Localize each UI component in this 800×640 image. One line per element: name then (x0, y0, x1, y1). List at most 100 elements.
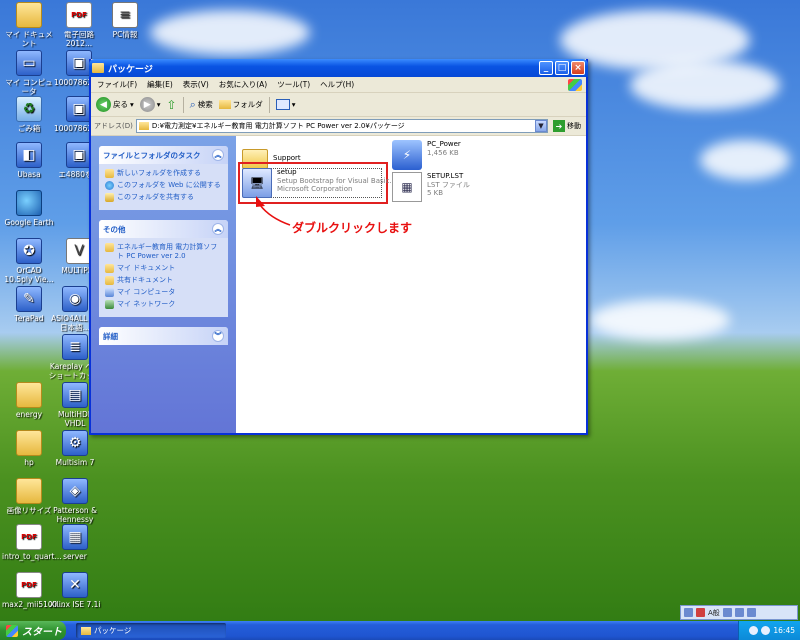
xilinx-icon: ✕ (62, 572, 88, 598)
desktop-icon-orcad[interactable]: ✪ OrCAD 10.5ply Vie... (2, 238, 56, 284)
collapse-icon[interactable]: ︽ (212, 149, 224, 161)
desktop-icon-label: マイ ドキュメント (5, 30, 53, 48)
ime-language-bar[interactable]: A般 (680, 605, 798, 620)
ime-tool-icon[interactable] (722, 608, 732, 617)
ime-mode-icon[interactable] (696, 608, 705, 617)
menu-favorites[interactable]: お気に入り(A) (219, 79, 267, 90)
desktop-icon-recycle-bin[interactable]: ♻ ごみ箱 (2, 96, 56, 133)
place-my-network[interactable]: マイ ネットワーク (105, 300, 222, 309)
file-item-pc-power[interactable]: ⚡ PC_Power 1,456 KB (392, 140, 461, 170)
app-icon: ⚙ (62, 430, 88, 456)
back-button[interactable]: ◀ 戻る ▾ (96, 97, 134, 112)
tray-icon[interactable] (749, 626, 759, 635)
title-bar[interactable]: パッケージ _ □ × (89, 59, 588, 77)
folders-label: フォルダ (232, 100, 263, 109)
desktop-icon-patterson[interactable]: ◈ Patterson & Hennessy (48, 478, 102, 524)
expand-icon[interactable]: ︾ (212, 330, 224, 342)
desktop-icon-label: Xilinx ISE 7.1i (49, 600, 101, 609)
folder-icon (16, 382, 42, 408)
place-parent-folder[interactable]: エネルギー教育用 電力計算ソフト PC Power ver 2.0 (105, 243, 222, 261)
folder-icon (16, 430, 42, 456)
place-my-computer[interactable]: マイ コンピュータ (105, 288, 222, 297)
forward-button[interactable]: ▶ ▾ (139, 97, 161, 112)
task-share-folder[interactable]: このフォルダを共有する (105, 193, 222, 202)
desktop-icon-google-earth[interactable]: Google Earth (2, 190, 56, 227)
desktop-icon-label: Google Earth (4, 218, 54, 227)
address-input[interactable]: D:¥電力測定¥エネルギー教育用 電力計算ソフト PC Power ver 2.… (135, 119, 548, 133)
panel-header[interactable]: 詳細 ︾ (99, 327, 228, 345)
place-my-documents[interactable]: マイ ドキュメント (105, 264, 222, 273)
taskbar-item-package[interactable]: パッケージ (76, 623, 226, 638)
chevron-down-icon[interactable]: ▾ (130, 100, 134, 109)
app-icon: ◉ (62, 286, 88, 312)
tray-icon[interactable] (761, 626, 771, 635)
desktop-icon-xilinx[interactable]: ✕ Xilinx ISE 7.1i (48, 572, 102, 609)
back-arrow-icon: ◀ (96, 97, 111, 112)
ime-mode-label[interactable]: A般 (708, 608, 720, 618)
desktop-icon-server[interactable]: ▦ server (48, 524, 102, 561)
go-button[interactable]: ➔ 移動 (551, 120, 583, 132)
ime-help-icon[interactable] (734, 608, 744, 617)
folder-icon (105, 243, 114, 252)
folders-button[interactable]: フォルダ (218, 99, 263, 110)
views-button[interactable]: ▾ (275, 99, 296, 110)
folder-icon (105, 264, 114, 273)
menu-edit[interactable]: 編集(E) (147, 79, 173, 90)
file-description: Setup Bootstrap for Visual Basic... (277, 176, 397, 185)
file-item-setup-lst[interactable]: ▦ SETUP.LST LST ファイル 5 KB (392, 172, 470, 202)
maximize-button[interactable]: □ (555, 61, 569, 75)
desktop-icon-multisim[interactable]: ⚙ Multisim 7 (48, 430, 102, 467)
desktop-icon-pc-info[interactable]: ≡ PC情報 (98, 2, 152, 39)
panel-header[interactable]: ファイルとフォルダのタスク ︽ (99, 146, 228, 164)
desktop-icon-ubasa[interactable]: ◧ Ubasa (2, 142, 56, 179)
place-shared-documents[interactable]: 共有ドキュメント (105, 276, 222, 285)
menu-file[interactable]: ファイル(F) (97, 79, 137, 90)
minimize-button[interactable]: _ (539, 61, 553, 75)
up-folder-icon[interactable]: ⇧ (167, 98, 177, 112)
menu-tools[interactable]: ツール(T) (277, 79, 310, 90)
chevron-down-icon[interactable]: ▾ (157, 100, 161, 109)
desktop-icon-label: Ubasa (17, 170, 41, 179)
collapse-icon[interactable]: ︽ (212, 223, 224, 235)
globe-icon (16, 190, 42, 216)
menu-view[interactable]: 表示(V) (183, 79, 209, 90)
folder-icon (16, 2, 42, 28)
desktop-icon-label: TeraPad (14, 314, 44, 323)
go-arrow-icon: ➔ (553, 120, 565, 132)
desktop-icon-label: Multisim 7 (55, 458, 95, 467)
go-label: 移動 (567, 122, 581, 130)
file-company: Microsoft Corporation (277, 185, 353, 193)
taskbar: スタート パッケージ 16:45 (0, 621, 800, 640)
task-new-folder[interactable]: 新しいフォルダを作成する (105, 169, 222, 178)
desktop-icon-label: hp (24, 458, 34, 467)
desktop-icon-my-computer[interactable]: ▭ マイ コンピュータ (2, 50, 56, 96)
window-controls: _ □ × (539, 61, 585, 75)
ime-settings-icon[interactable] (746, 608, 756, 617)
menu-help[interactable]: ヘルプ(H) (320, 79, 354, 90)
setup-icon: 🖥 (242, 168, 272, 198)
search-label: 検索 (197, 100, 213, 109)
windows-logo-icon (568, 79, 582, 91)
folder-icon (92, 63, 104, 73)
explorer-window: パッケージ _ □ × ファイル(F) 編集(E) 表示(V) お気に入り(A)… (89, 59, 588, 435)
task-publish-web[interactable]: このフォルダを Web に公開する (105, 181, 222, 190)
clock[interactable]: 16:45 (773, 626, 795, 635)
close-button[interactable]: × (571, 61, 585, 75)
file-item-setup[interactable]: 🖥 setup Setup Bootstrap for Visual Basic.… (242, 168, 396, 198)
app-icon: ≣ (62, 334, 88, 360)
desktop-icon-label: 電子回路2012... (64, 30, 94, 48)
folder-icon (218, 100, 231, 109)
window-content: ファイルとフォルダのタスク ︽ 新しいフォルダを作成する このフォルダを Web… (91, 136, 586, 433)
computer-icon: ▭ (16, 50, 42, 76)
panel-header[interactable]: その他 ︽ (99, 220, 228, 238)
file-name: SETUP.LST (427, 172, 464, 180)
search-button[interactable]: ⌕ 検索 (190, 98, 213, 112)
start-button[interactable]: スタート (0, 621, 66, 640)
details-panel: 詳細 ︾ (99, 327, 228, 345)
pdf-icon: PDF (66, 2, 92, 28)
ime-icon[interactable] (684, 608, 693, 617)
desktop-icon-my-documents[interactable]: マイ ドキュメント (2, 2, 56, 48)
window-title: パッケージ (108, 64, 153, 75)
chevron-down-icon[interactable]: ▼ (535, 120, 547, 132)
chevron-down-icon: ▾ (291, 100, 296, 109)
